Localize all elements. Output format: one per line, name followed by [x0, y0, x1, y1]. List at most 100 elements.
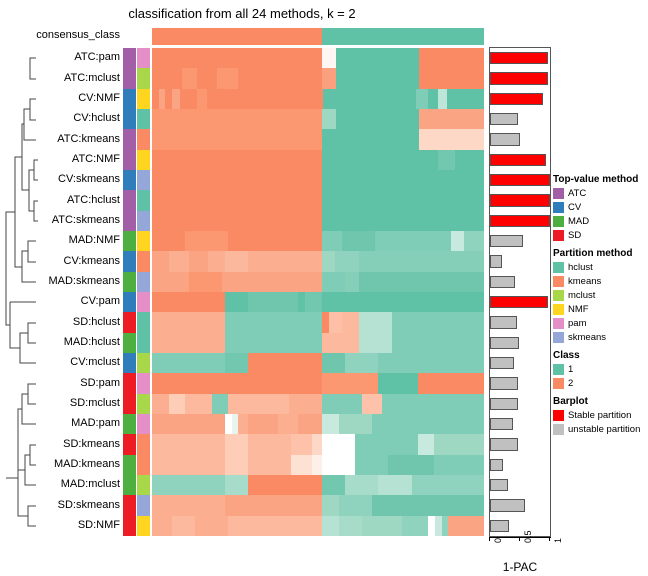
- annotation-cell: [123, 495, 136, 516]
- heatmap-cell: [321, 190, 485, 211]
- legend-group: Top-value method ATC CV MAD SD: [553, 174, 648, 242]
- annotation-cell: [123, 475, 136, 496]
- heatmap-cell: [228, 393, 290, 414]
- heatmap-cell: [321, 170, 485, 191]
- heatmap-cell: [358, 251, 485, 272]
- heatmap-cell: [321, 454, 356, 475]
- heatmap-cell: [225, 475, 249, 496]
- heatmap-cell: [152, 210, 323, 231]
- heatmap-cell: [298, 414, 323, 435]
- barplot-bar: [490, 478, 508, 492]
- legend-item-label: MAD: [568, 216, 590, 227]
- barplot-bar: [490, 173, 550, 187]
- legend-swatch-icon: [553, 424, 564, 435]
- legend-item[interactable]: 1: [553, 363, 648, 376]
- heatmap-row: [152, 170, 485, 191]
- heatmap-cell: [355, 454, 389, 475]
- barplot-panel: [489, 47, 551, 537]
- row-label: SD:mclust: [69, 396, 120, 409]
- legend-item-label: hclust: [568, 262, 593, 273]
- heatmap-cell: [321, 515, 339, 536]
- annotation-cell: [137, 475, 150, 496]
- heatmap-cell: [335, 109, 420, 130]
- heatmap-cell: [238, 414, 249, 435]
- legend-item[interactable]: unstable partition: [553, 423, 648, 436]
- annotation-cell: [137, 434, 150, 455]
- barplot-bar: [490, 336, 519, 350]
- heatmap-cell: [371, 414, 485, 435]
- legend-item[interactable]: 2: [553, 377, 648, 390]
- row-label: ATC:NMF: [71, 152, 120, 165]
- annotation-cell: [123, 170, 136, 191]
- heatmap-cell: [418, 129, 485, 150]
- heatmap-cell: [312, 434, 323, 455]
- legend-swatch-icon: [553, 364, 564, 375]
- legend-item[interactable]: kmeans: [553, 275, 648, 288]
- annotation-cell: [123, 414, 136, 435]
- legend-swatch-icon: [553, 230, 564, 241]
- annotation-cell: [137, 68, 150, 89]
- heatmap-cell: [225, 434, 249, 455]
- legend-item[interactable]: NMF: [553, 303, 648, 316]
- heatmap-cell: [427, 88, 438, 109]
- heatmap-cell: [304, 292, 323, 313]
- legend-item[interactable]: skmeans: [553, 331, 648, 344]
- heatmap-cell: [291, 454, 313, 475]
- legend-item[interactable]: pam: [553, 317, 648, 330]
- legend-group-title: Top-value method: [553, 174, 639, 185]
- annotation-cell: [137, 88, 150, 109]
- legend-item[interactable]: hclust: [553, 261, 648, 274]
- legend-item[interactable]: SD: [553, 229, 648, 242]
- heatmap-cell: [411, 475, 485, 496]
- annotation-cell: [137, 515, 150, 536]
- heatmap-cell: [152, 475, 226, 496]
- heatmap-cell: [188, 251, 209, 272]
- row-label: MAD:NMF: [68, 234, 120, 247]
- heatmap-cell: [248, 292, 299, 313]
- annotation-cell: [123, 353, 136, 374]
- heatmap-cell: [321, 48, 337, 69]
- annotation-cell: [123, 210, 136, 231]
- legend-item[interactable]: MAD: [553, 215, 648, 228]
- heatmap-row: [152, 393, 485, 414]
- heatmap-cell: [248, 414, 279, 435]
- row-label: SD:kmeans: [63, 437, 120, 450]
- heatmap-cell: [321, 373, 379, 394]
- heatmap-cell: [152, 271, 189, 292]
- heatmap-cell: [358, 312, 393, 333]
- row-label: CV:hclust: [73, 112, 120, 125]
- heatmap-cell: [321, 149, 439, 170]
- barplot-axis: 0 0.5 1: [489, 530, 563, 545]
- legend-item[interactable]: CV: [553, 201, 648, 214]
- heatmap-cell: [312, 454, 323, 475]
- heatmap-row: [152, 88, 485, 109]
- legend-item[interactable]: Stable partition: [553, 409, 648, 422]
- annotation-cell: [123, 393, 136, 414]
- barplot-bar: [490, 295, 548, 309]
- heatmap-cell: [221, 271, 323, 292]
- heatmap-cell: [152, 495, 226, 516]
- barplot-bar: [490, 194, 550, 207]
- heatmap-cell: [168, 393, 186, 414]
- annotation-cell: [137, 48, 150, 69]
- legend-swatch-icon: [553, 378, 564, 389]
- heatmap-cell: [345, 475, 379, 496]
- heatmap-row: [152, 515, 485, 536]
- legend-swatch-icon: [553, 202, 564, 213]
- annotation-cell: [137, 495, 150, 516]
- row-label: SD:skmeans: [57, 498, 120, 511]
- heatmap-cell: [152, 251, 169, 272]
- heatmap-cell: [438, 149, 456, 170]
- annotation-cell: [137, 251, 150, 272]
- heatmap-cell: [388, 454, 435, 475]
- heatmap-cell: [321, 353, 346, 374]
- heatmap-row: [152, 68, 485, 89]
- row-label: MAD:kmeans: [53, 457, 120, 470]
- heatmap-cell: [434, 434, 485, 455]
- barplot-bar: [490, 153, 547, 167]
- legend-item[interactable]: ATC: [553, 187, 648, 200]
- legend-swatch-icon: [553, 290, 564, 301]
- heatmap-cell: [448, 515, 485, 536]
- legend-item[interactable]: mclust: [553, 289, 648, 302]
- barplot-bar: [490, 51, 549, 65]
